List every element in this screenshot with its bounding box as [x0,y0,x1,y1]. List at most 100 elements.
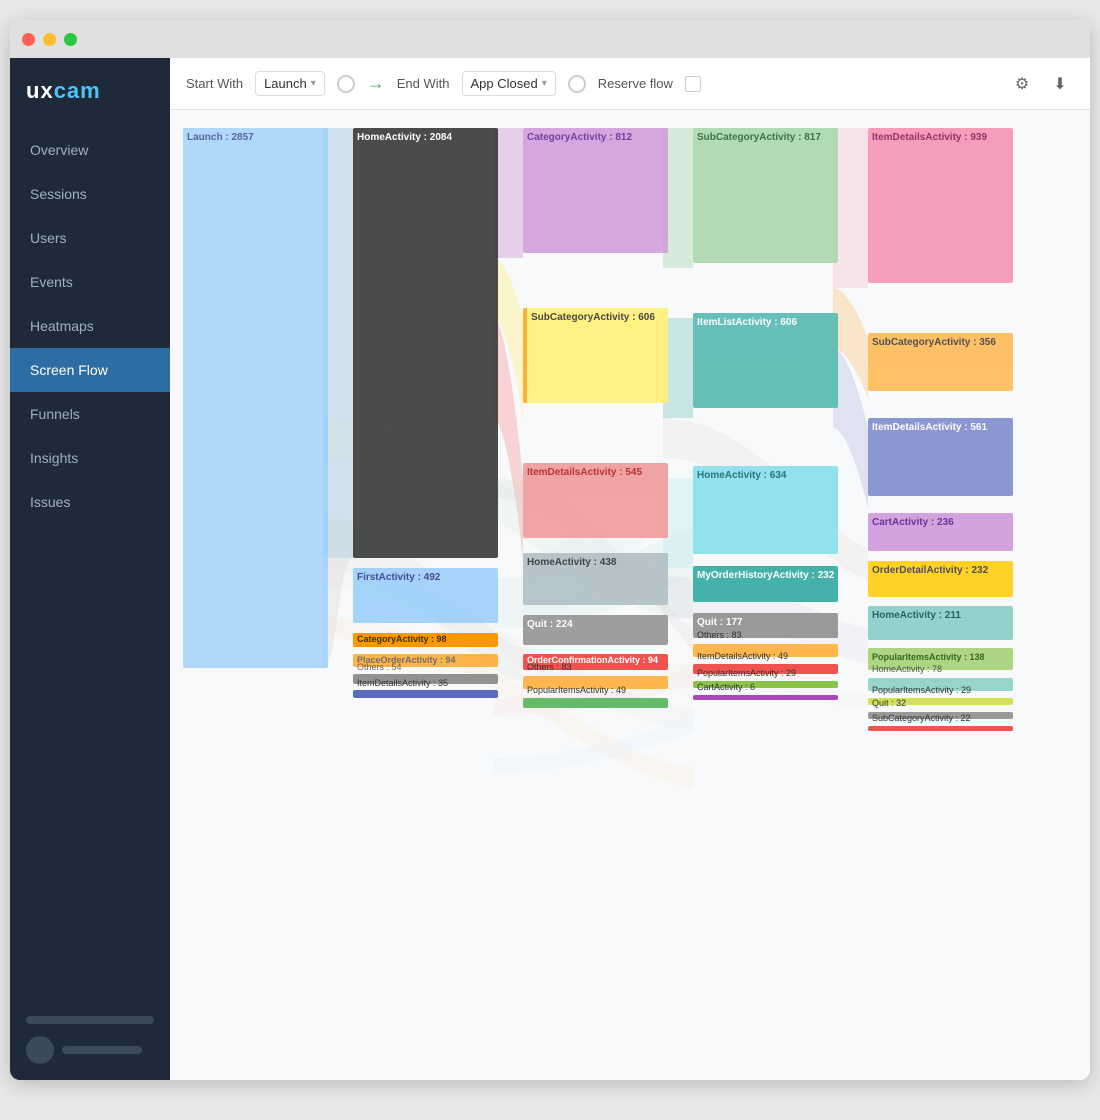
node-itemlist-606-label: ItemListActivity : 606 [697,317,797,328]
start-with-value: Launch [264,76,307,91]
logo: uxcam [26,78,154,104]
node-cart-6[interactable]: CartActivity : 6 [693,695,838,700]
node-others-83b-label: Others : 83 [527,662,572,672]
reserve-flow-checkbox[interactable] [685,76,701,92]
node-quit-32-label: Quit : 32 [872,698,906,708]
sidebar-item-issues[interactable]: Issues [10,480,170,524]
node-home-634-label: HomeActivity : 634 [697,470,786,481]
node-subcat-606-label: SubCategoryActivity : 606 [531,312,655,323]
node-first-492-label: FirstActivity : 492 [357,572,440,583]
end-with-value: App Closed [471,76,538,91]
node-subcat-356[interactable]: SubCategoryActivity : 356 [868,333,1013,391]
node-cat-98-label: CategoryActivity : 98 [357,634,447,644]
node-cart-236-label: CartActivity : 236 [872,517,954,528]
end-circle-icon [568,75,586,93]
node-itemdet-545-label: ItemDetailsActivity : 545 [527,467,642,478]
end-with-select[interactable]: App Closed ▾ [462,71,556,96]
user-name [62,1046,142,1054]
sidebar-bottom [10,1000,170,1080]
minimize-button[interactable] [43,33,56,46]
node-itemdetact-939-label: ItemDetailsActivity : 939 [872,132,987,143]
node-myorder-232[interactable]: MyOrderHistoryActivity : 232 [693,566,838,602]
node-home-438[interactable]: HomeActivity : 438 [523,553,668,605]
node-others-54-label: Others : 54 [357,662,402,672]
node-cat-812[interactable]: CategoryActivity : 812 [523,128,668,253]
flow-arrow-icon: → [367,73,385,94]
flow-container[interactable]: Launch : 2857 HomeActivity : 2084 FirstA… [170,110,1090,1080]
sidebar-item-events[interactable]: Events [10,260,170,304]
main-content: Start With Launch ▾ → End With App Close… [170,58,1090,1080]
top-bar-right: ⚙ ⬇ [1008,70,1074,98]
start-with-label: Start With [186,76,243,91]
node-popitems-49[interactable]: PopularItemsActivity : 49 [523,698,668,708]
node-launch-label: Launch : 2857 [187,132,254,143]
sidebar-item-heatmaps[interactable]: Heatmaps [10,304,170,348]
app-window: uxcam Overview Sessions Users Events Hea… [10,20,1090,1080]
title-bar [10,20,1090,58]
node-launch[interactable]: Launch : 2857 [183,128,328,668]
flow-diagram: Launch : 2857 HomeActivity : 2084 FirstA… [178,118,1078,1078]
node-subcat-817[interactable]: SubCategoryActivity : 817 [693,128,838,263]
node-popitems-29c-label: PopularItemsActivity : 29 [872,685,971,695]
node-home-211[interactable]: HomeActivity : 211 [868,606,1013,640]
maximize-button[interactable] [64,33,77,46]
download-icon[interactable]: ⬇ [1046,70,1074,98]
nav-items: Overview Sessions Users Events Heatmaps … [10,128,170,1000]
node-item-35-label: ItemDetailsActivity : 35 [357,678,448,688]
sidebar-item-sessions[interactable]: Sessions [10,172,170,216]
node-quit-224[interactable]: Quit : 224 [523,615,668,645]
node-home-211-label: HomeActivity : 211 [872,610,961,621]
node-popitems-138-label: PopularItemsActivity : 138 [872,652,985,662]
chevron-down-icon-2: ▾ [542,78,547,89]
settings-icon[interactable]: ⚙ [1008,70,1036,98]
sidebar-item-users[interactable]: Users [10,216,170,260]
avatar [26,1036,54,1064]
start-with-select[interactable]: Launch ▾ [255,71,325,96]
close-button[interactable] [22,33,35,46]
node-itemdetact-939[interactable]: ItemDetailsActivity : 939 [868,128,1013,283]
sidebar-item-insights[interactable]: Insights [10,436,170,480]
node-subcat-817-label: SubCategoryActivity : 817 [697,132,821,143]
node-itemdet-561-label: ItemDetailsActivity : 561 [872,422,987,433]
top-bar: Start With Launch ▾ → End With App Close… [170,58,1090,110]
node-home-634[interactable]: HomeActivity : 634 [693,466,838,554]
node-home-2084[interactable]: HomeActivity : 2084 [353,128,498,558]
node-home-78-label: HomeActivity : 78 [872,664,942,674]
node-cat-812-label: CategoryActivity : 812 [527,132,632,143]
node-home-2084-label: HomeActivity : 2084 [357,132,452,143]
node-itemdet-545[interactable]: ItemDetailsActivity : 545 [523,463,668,538]
chevron-down-icon: ▾ [311,78,316,89]
sidebar-item-funnels[interactable]: Funnels [10,392,170,436]
node-popitems-29b-label: PopularItemsActivity : 29 [697,668,796,678]
node-home-438-label: HomeActivity : 438 [527,557,616,568]
sidebar-item-overview[interactable]: Overview [10,128,170,172]
node-orderdet-232-label: OrderDetailActivity : 232 [872,565,988,576]
node-subcat-606[interactable]: SubCategoryActivity : 606 [523,308,668,403]
node-item-35[interactable]: ItemDetailsActivity : 35 [353,690,498,698]
sidebar: uxcam Overview Sessions Users Events Hea… [10,58,170,1080]
node-first-492[interactable]: FirstActivity : 492 [353,568,498,623]
node-itemlist-606[interactable]: ItemListActivity : 606 [693,313,838,408]
node-others-83c-label: Others : 83 [697,630,742,640]
node-subcat-356-label: SubCategoryActivity : 356 [872,337,996,348]
node-quit-177-label: Quit : 177 [697,617,743,628]
sidebar-item-screen-flow[interactable]: Screen Flow [10,348,170,392]
node-cat-98[interactable]: CategoryActivity : 98 [353,633,498,647]
node-quit-224-label: Quit : 224 [527,619,573,630]
node-myorder-232-label: MyOrderHistoryActivity : 232 [697,570,834,581]
reserve-flow-label: Reserve flow [598,76,673,91]
node-orderdet-232[interactable]: OrderDetailActivity : 232 [868,561,1013,597]
node-cart-6-label: CartActivity : 6 [697,682,755,692]
app-body: uxcam Overview Sessions Users Events Hea… [10,58,1090,1080]
node-popitems-49-label: PopularItemsActivity : 49 [527,685,626,695]
start-circle-icon [337,75,355,93]
node-subcat-22[interactable]: SubCategoryActivity : 22 [868,726,1013,731]
end-with-label: End With [397,76,450,91]
sidebar-progress-bar [26,1016,154,1024]
node-cart-236[interactable]: CartActivity : 236 [868,513,1013,551]
node-itemdet-49-label: ItemDetailsActivity : 49 [697,651,788,661]
node-subcat-22-label: SubCategoryActivity : 22 [872,713,971,723]
node-itemdet-561[interactable]: ItemDetailsActivity : 561 [868,418,1013,496]
logo-area: uxcam [10,58,170,128]
sidebar-user [26,1036,154,1064]
